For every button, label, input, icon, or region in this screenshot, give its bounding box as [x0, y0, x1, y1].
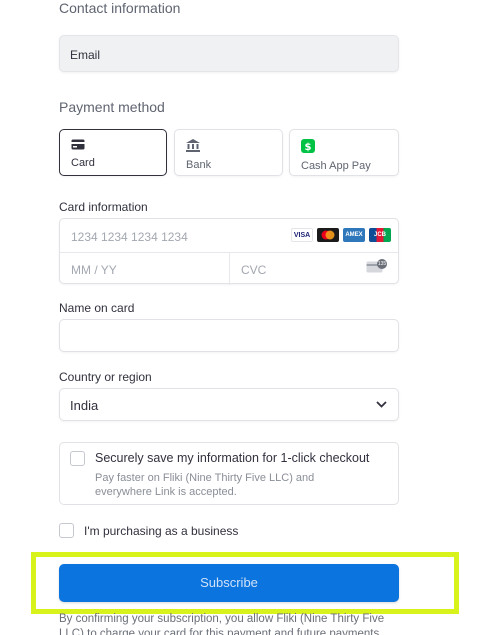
email-field[interactable]: Email — [59, 35, 399, 72]
mastercard-icon — [317, 228, 339, 242]
chevron-down-icon — [376, 401, 387, 408]
country-selected-value: India — [70, 398, 99, 413]
card-icon — [71, 139, 85, 150]
legal-line2: LLC) to charge your card for this paymen… — [59, 628, 380, 635]
payment-section-title: Payment method — [59, 99, 165, 115]
cvc-icon-text: 135 — [377, 261, 387, 267]
tab-cash-app-pay-label: Cash App Pay — [301, 160, 371, 172]
contact-section-title: Contact information — [59, 0, 181, 16]
cvc-input[interactable]: CVC — [241, 263, 266, 277]
legal-line1: By confirming your subscription, you all… — [59, 613, 385, 625]
tab-bank[interactable]: Bank — [174, 129, 283, 176]
checkout-page: Contact information Email Payment method… — [0, 0, 495, 635]
tab-bank-label: Bank — [186, 159, 212, 171]
cash-app-icon: $ — [301, 139, 315, 153]
jcb-icon: JCB — [369, 228, 391, 242]
card-brands: VISA AMEX JCB — [291, 228, 391, 242]
legal-text: By confirming your subscription, you all… — [59, 612, 404, 635]
tab-cash-app-pay[interactable]: $ Cash App Pay — [289, 129, 399, 176]
cvc-card-icon: 135 — [366, 259, 388, 278]
tab-card[interactable]: Card — [59, 129, 167, 176]
business-checkbox[interactable] — [59, 523, 74, 538]
card-info-box: 1234 1234 1234 1234 VISA AMEX JCB MM / Y… — [59, 218, 399, 285]
card-number-input[interactable]: 1234 1234 1234 1234 — [71, 230, 188, 244]
visa-icon: VISA — [291, 228, 313, 242]
country-label: Country or region — [59, 370, 152, 384]
subscribe-button[interactable]: Subscribe — [59, 564, 399, 602]
expiry-input[interactable]: MM / YY — [71, 263, 117, 277]
link-save-box: Securely save my information for 1-click… — [59, 442, 399, 505]
svg-text:$: $ — [305, 142, 312, 153]
card-info-label: Card information — [59, 200, 148, 214]
name-on-card-input[interactable] — [59, 319, 399, 352]
save-info-checkbox[interactable] — [70, 451, 85, 466]
save-info-subtitle-line2: everywhere Link is accepted. — [95, 486, 237, 498]
tab-card-label: Card — [71, 157, 95, 169]
save-info-title: Securely save my information for 1-click… — [95, 451, 370, 465]
save-info-subtitle: Pay faster on Fliki (Nine Thirty Five LL… — [95, 471, 314, 499]
save-info-subtitle-line1: Pay faster on Fliki (Nine Thirty Five LL… — [95, 472, 315, 484]
business-label: I'm purchasing as a business — [84, 524, 239, 538]
name-on-card-label: Name on card — [59, 301, 135, 315]
amex-icon: AMEX — [343, 228, 365, 242]
country-select[interactable]: India — [59, 388, 399, 421]
bank-icon — [186, 139, 200, 152]
card-col-divider — [229, 252, 230, 285]
